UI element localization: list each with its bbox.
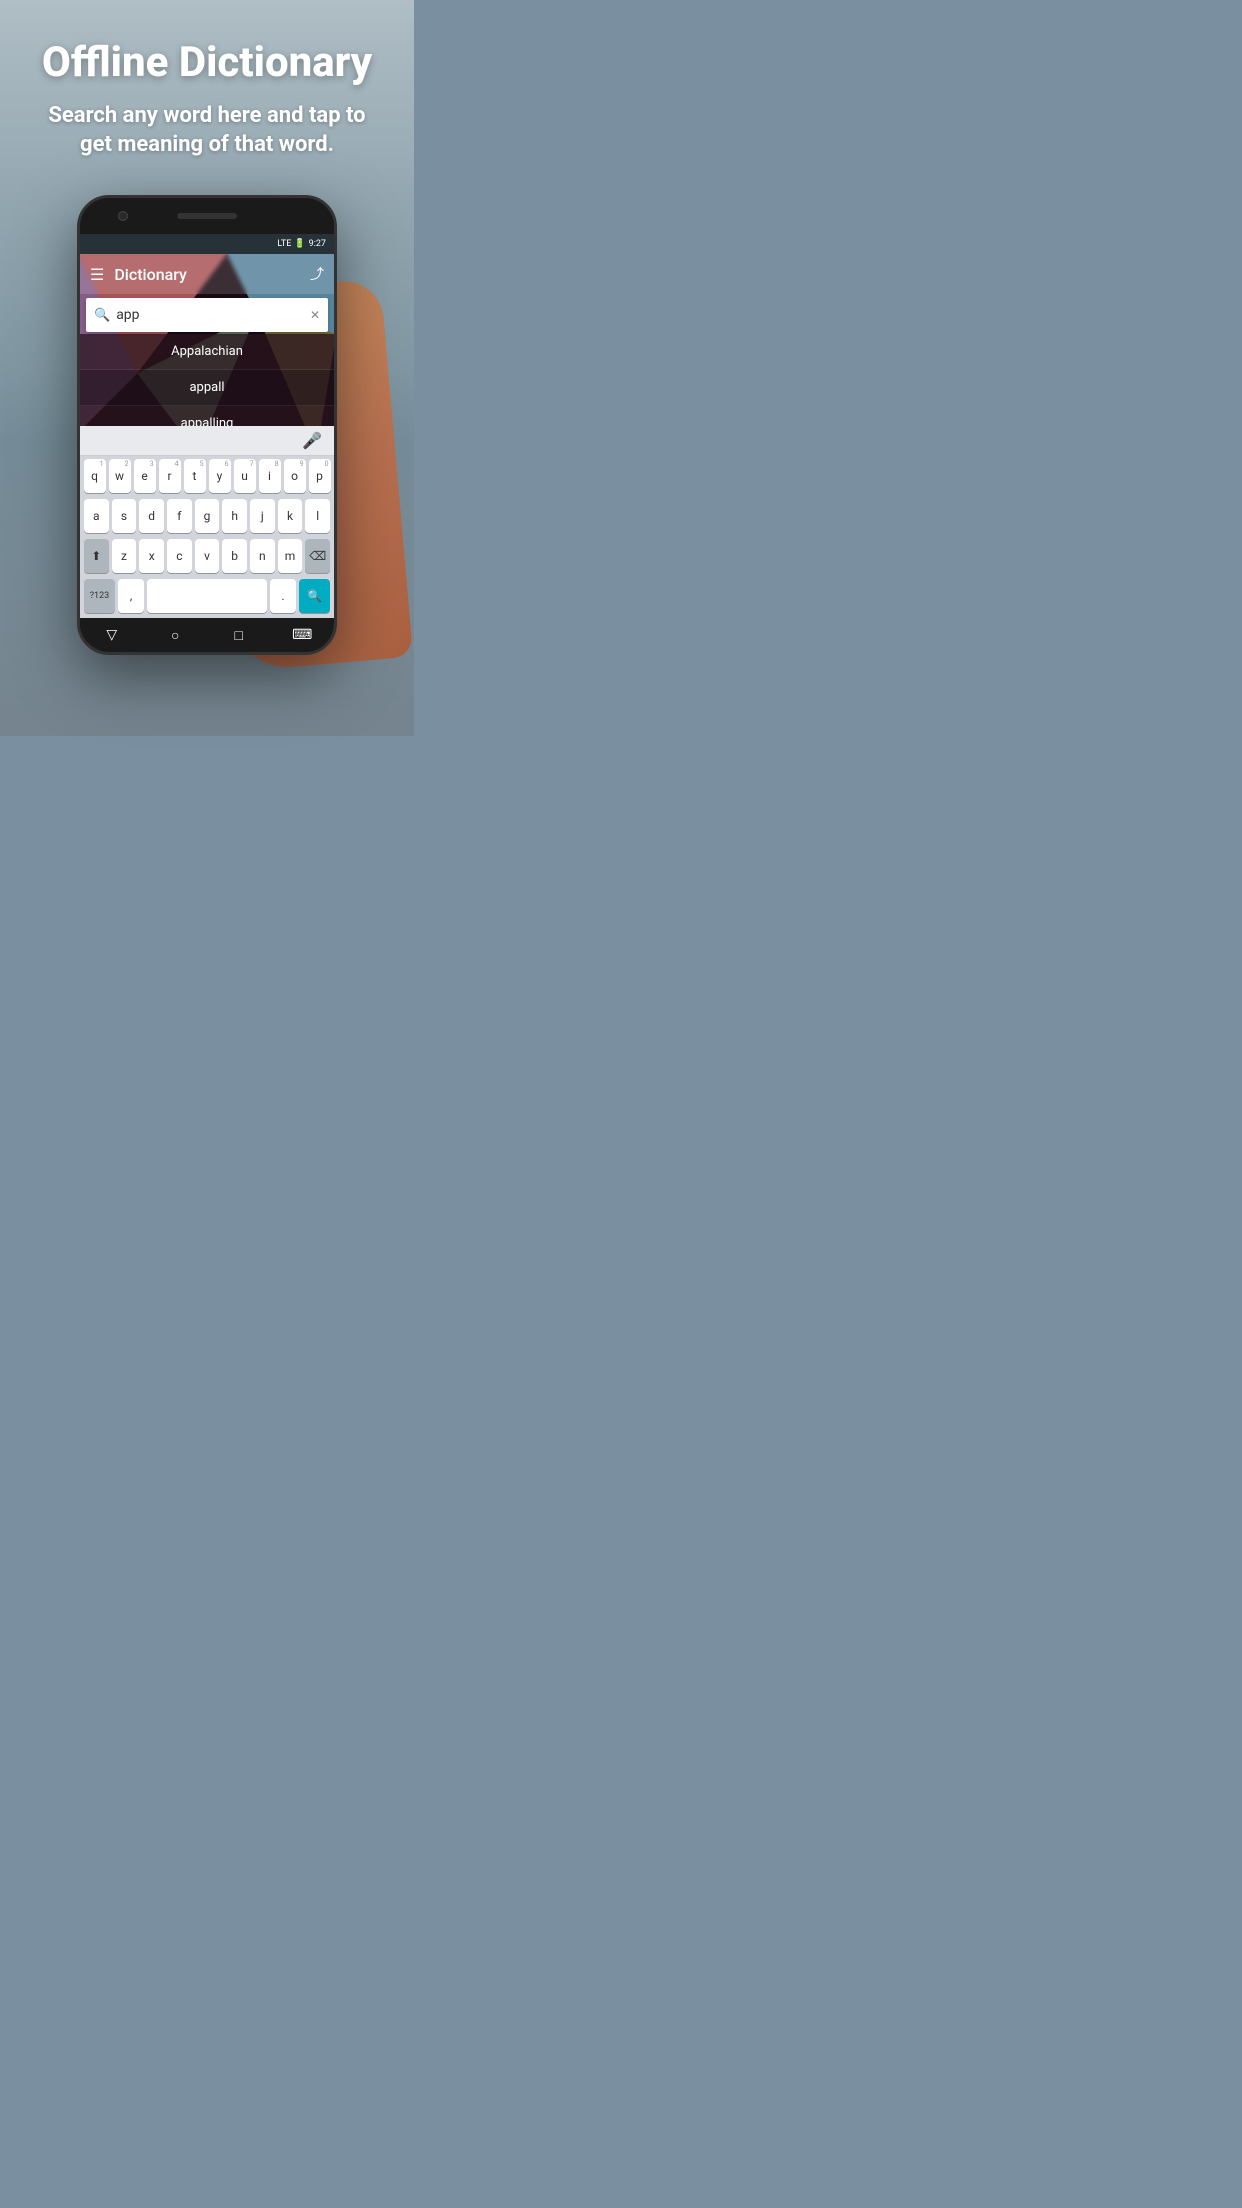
keyboard-button[interactable]: ⌨ [287,625,317,645]
comma-key[interactable]: , [118,579,144,613]
search-bar[interactable]: 🔍 app ✕ [86,298,328,332]
phone-speaker [177,213,237,219]
num-key[interactable]: ?123 [84,579,115,613]
key-c[interactable]: c [167,539,192,573]
key-k[interactable]: k [278,499,303,533]
recents-button[interactable]: □ [224,625,254,645]
phone-top-bezel [80,198,334,234]
phone-mockup: LTE 🔋 9:27 [77,195,337,655]
key-b[interactable]: b [222,539,247,573]
key-l[interactable]: l [305,499,330,533]
key-h[interactable]: h [222,499,247,533]
keyboard-row-2: a s d f g h j k l [80,496,334,536]
key-a[interactable]: a [84,499,109,533]
lte-indicator: LTE [277,239,291,249]
keyboard-row-1: 1q 2w 3e 4r 5t 6y 7u 8i 9o 0p [80,456,334,496]
key-s[interactable]: s [112,499,137,533]
hero-section: Offline Dictionary Search any word here … [0,0,414,179]
microphone-icon[interactable]: 🎤 [302,431,322,450]
key-r[interactable]: 4r [159,459,181,493]
hero-subtitle: Search any word here and tap to get mean… [20,102,394,159]
keyboard-row-4: ?123 , . 🔍 [80,576,334,618]
phone-camera [118,211,128,221]
key-i[interactable]: 8i [259,459,281,493]
delete-key[interactable]: ⌫ [305,539,330,573]
app-title: Dictionary [114,265,310,284]
list-item[interactable]: Appalachian [80,334,334,370]
period-key[interactable]: . [270,579,296,613]
key-m[interactable]: m [278,539,303,573]
key-v[interactable]: v [195,539,220,573]
key-d[interactable]: d [139,499,164,533]
battery-icon: 🔋 [294,239,305,249]
app-bar: ☰ Dictionary ⤴ [80,254,334,294]
space-key[interactable] [147,579,267,613]
clear-icon[interactable]: ✕ [310,308,320,322]
key-g[interactable]: g [195,499,220,533]
key-q[interactable]: 1q [84,459,106,493]
key-z[interactable]: z [112,539,137,573]
key-w[interactable]: 2w [109,459,131,493]
key-f[interactable]: f [167,499,192,533]
search-submit-key[interactable]: 🔍 [299,579,330,613]
search-icon: 🔍 [94,308,110,323]
status-icons: LTE 🔋 9:27 [277,239,326,249]
word-text: Appalachian [171,344,243,359]
home-button[interactable]: ○ [160,625,190,645]
key-y[interactable]: 6y [209,459,231,493]
shift-key[interactable]: ⬆ [84,539,109,573]
keyboard: 🎤 1q 2w 3e 4r 5t 6y 7u 8i 9o 0p a [80,426,334,618]
key-o[interactable]: 9o [284,459,306,493]
status-bar: LTE 🔋 9:27 [80,234,334,254]
clock: 9:27 [309,239,326,249]
key-e[interactable]: 3e [134,459,156,493]
key-j[interactable]: j [250,499,275,533]
back-button[interactable]: ▽ [97,625,127,645]
word-text: appall [189,380,224,395]
key-n[interactable]: n [250,539,275,573]
key-u[interactable]: 7u [234,459,256,493]
keyboard-row-3: ⬆ z x c v b n m ⌫ [80,536,334,576]
search-input[interactable]: app [116,307,310,323]
keyboard-top-bar: 🎤 [80,426,334,456]
hero-title: Offline Dictionary [20,40,394,86]
key-x[interactable]: x [139,539,164,573]
key-p[interactable]: 0p [309,459,331,493]
list-item[interactable]: appall [80,370,334,406]
key-t[interactable]: 5t [184,459,206,493]
share-icon[interactable]: ⤴ [310,264,324,284]
menu-icon[interactable]: ☰ [90,265,104,284]
phone-device: LTE 🔋 9:27 [77,195,337,655]
phone-nav-bar: ▽ ○ □ ⌨ [80,618,334,652]
